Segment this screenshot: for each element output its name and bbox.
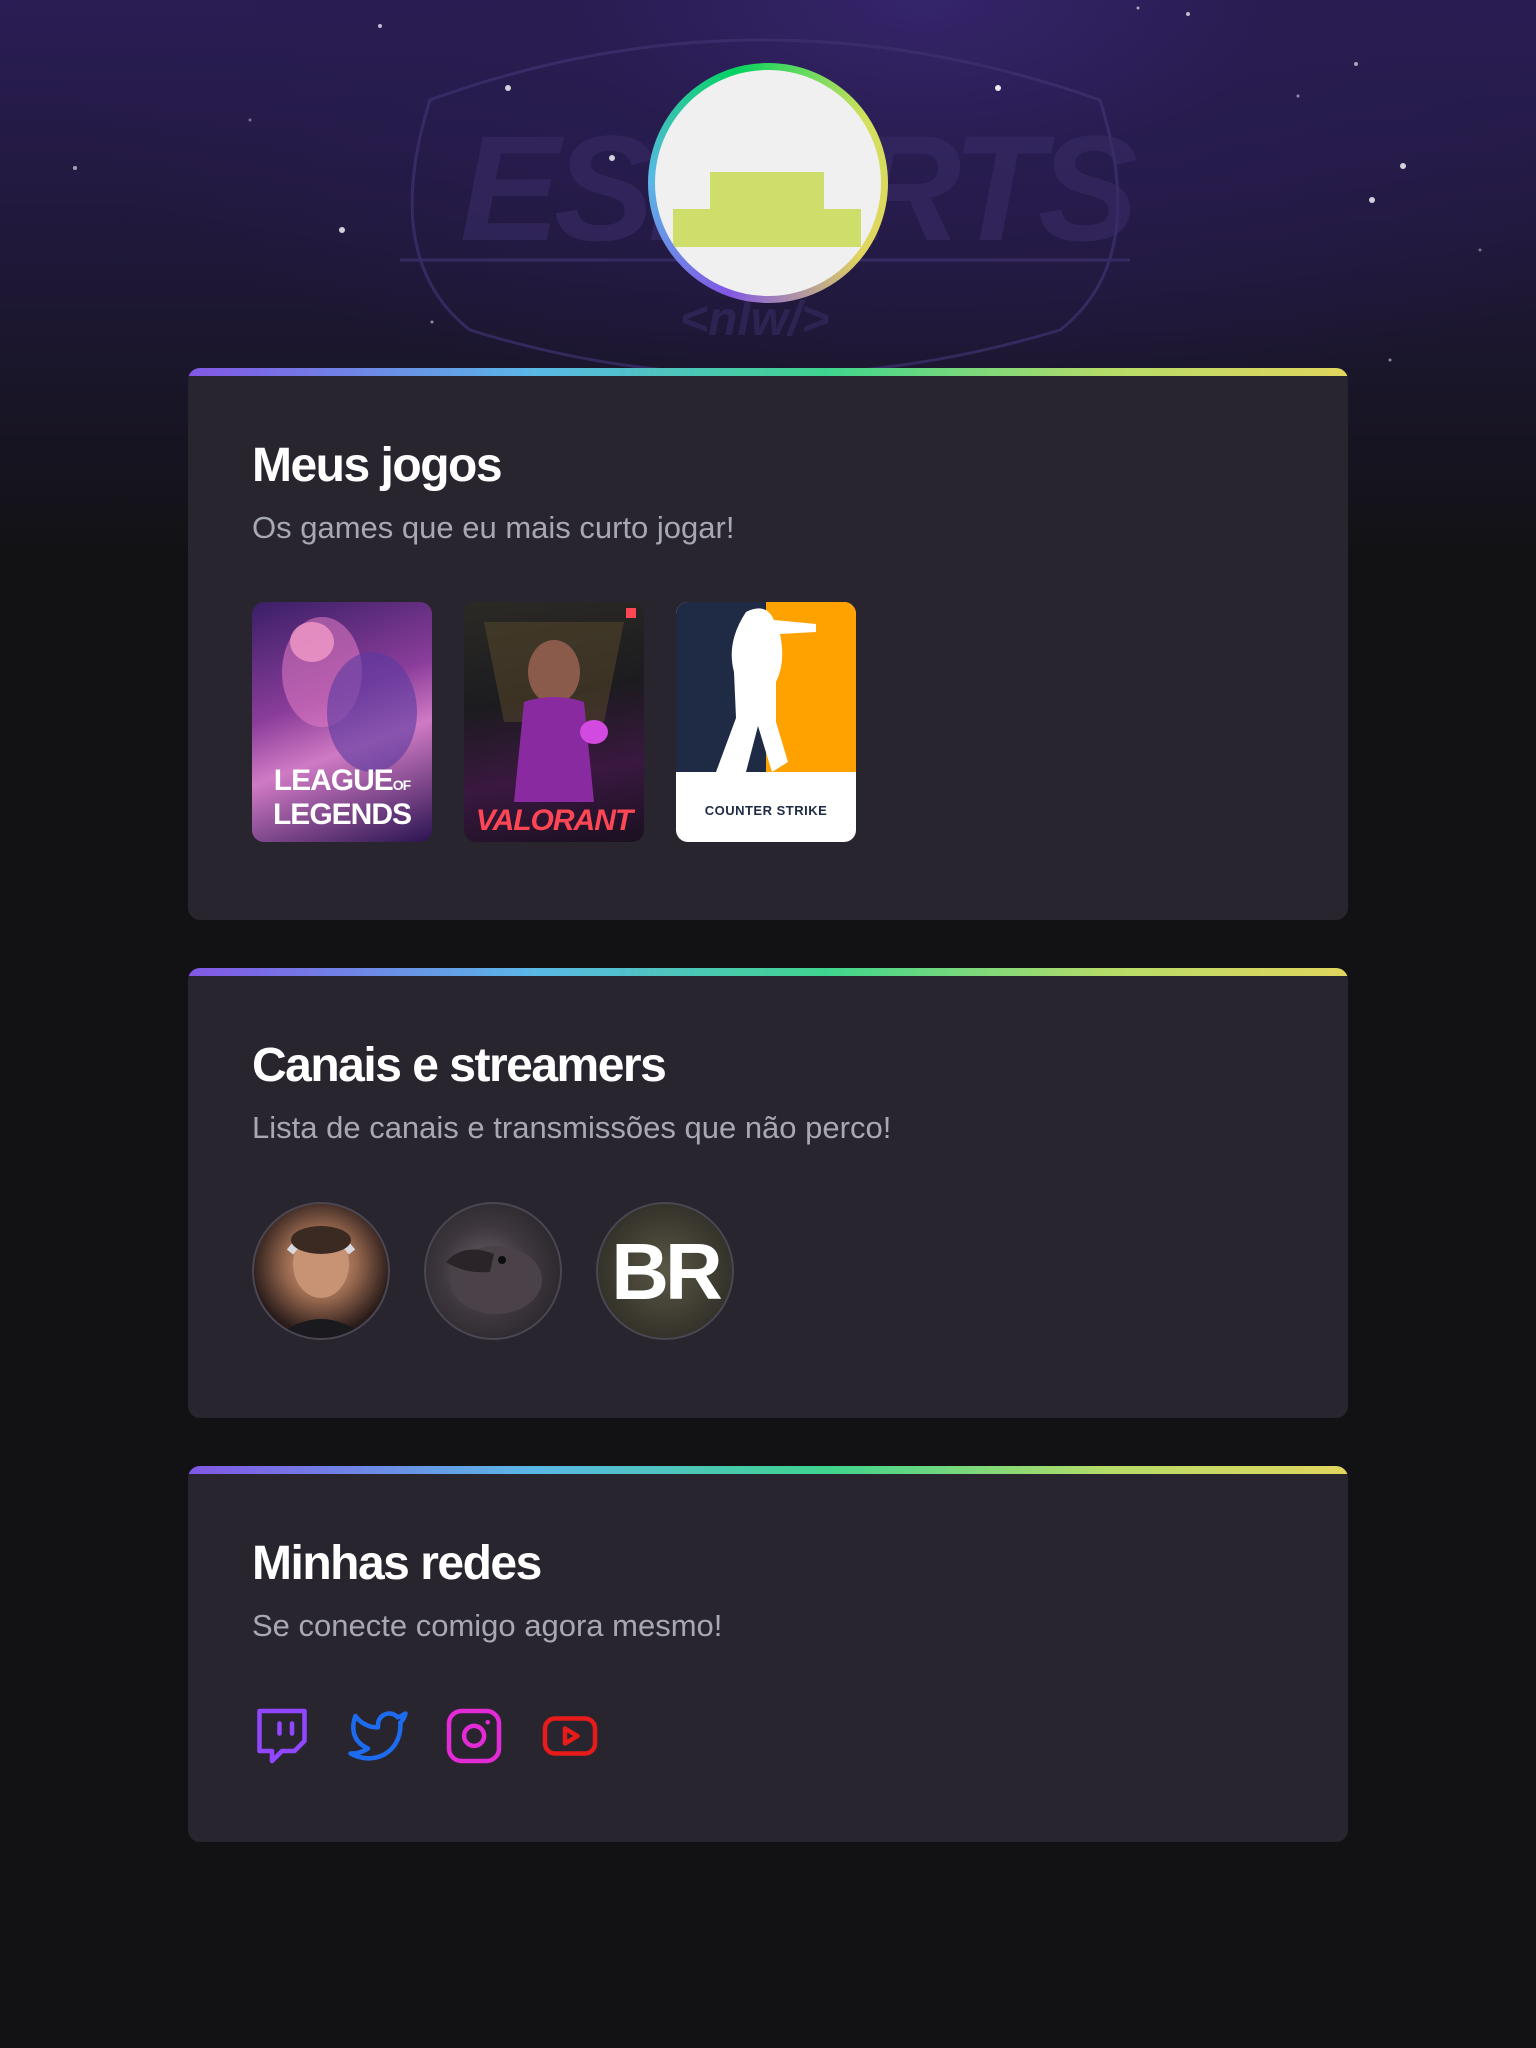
profile-avatar — [648, 63, 888, 303]
counter-strike-logo-text: COUNTER STRIKE — [704, 803, 828, 818]
games-list: LEAGUEOF LEGENDS VALORANT COUNTER STRIKE — [252, 602, 1284, 842]
games-title: Meus jogos — [252, 439, 503, 492]
streamer-avatar-2[interactable] — [424, 1202, 562, 1340]
youtube-link[interactable] — [540, 1706, 600, 1766]
game-counter-strike[interactable]: COUNTER STRIKE — [676, 602, 856, 842]
social-links — [252, 1706, 1284, 1766]
games-card: Meus jogos Os games que eu mais curto jo… — [188, 368, 1348, 920]
twitter-link[interactable] — [348, 1706, 408, 1766]
league-logo-text: LEAGUEOF LEGENDS — [272, 764, 412, 831]
streamer-3-logo-text: BR — [611, 1227, 723, 1316]
valorant-logo-text: VALORANT — [475, 804, 633, 837]
channels-card: Canais e streamers Lista de canais e tra… — [188, 968, 1348, 1418]
instagram-icon — [446, 1708, 502, 1764]
streamers-list: BR — [252, 1202, 1284, 1340]
streamer-avatar-3[interactable]: BR — [596, 1202, 734, 1340]
twitch-link[interactable] — [252, 1706, 312, 1766]
channels-title: Canais e streamers — [252, 1039, 667, 1092]
podium-logo-top — [710, 172, 824, 212]
streamer-avatar-1[interactable] — [252, 1202, 390, 1340]
social-title: Minhas redes — [252, 1537, 542, 1590]
instagram-link[interactable] — [444, 1706, 504, 1766]
twitch-icon — [257, 1708, 307, 1764]
youtube-icon — [542, 1716, 598, 1756]
social-card: Minhas redes Se conecte comigo agora mes… — [188, 1466, 1348, 1842]
streamer-1-photo — [274, 1226, 368, 1338]
streamer-2-photo — [446, 1246, 542, 1314]
channels-subtitle: Lista de canais e transmissões que não p… — [252, 1110, 892, 1145]
game-league-of-legends[interactable]: LEAGUEOF LEGENDS — [252, 602, 432, 842]
podium-logo-base — [673, 209, 861, 247]
twitter-icon — [348, 1711, 408, 1761]
game-valorant[interactable]: VALORANT — [464, 602, 644, 842]
games-subtitle: Os games que eu mais curto jogar! — [252, 510, 735, 545]
social-subtitle: Se conecte comigo agora mesmo! — [252, 1608, 723, 1643]
